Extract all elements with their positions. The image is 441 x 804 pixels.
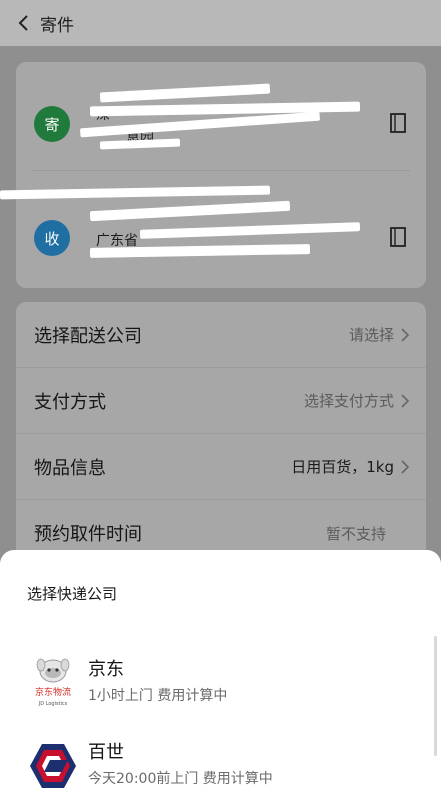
top-bar: 寄件: [0, 0, 441, 46]
page-title: 寄件: [40, 15, 74, 36]
chevron-right-icon: [401, 393, 410, 408]
sheet-title: 选择快递公司: [27, 585, 118, 603]
scrollbar[interactable]: [434, 636, 437, 756]
divider: [32, 170, 410, 171]
svg-text:JD Logistics: JD Logistics: [38, 701, 68, 707]
sender-badge: 寄: [34, 106, 70, 142]
options-card: 选择配送公司 请选择 支付方式 选择支付方式 物品信息 日用百货，1kg 预约取…: [16, 302, 426, 572]
carrier-bottom-sheet: 选择快递公司 京东物流 JD Logistics 京东 1小时上门 费用计算中 …: [0, 550, 441, 804]
carrier-item-jd[interactable]: 京东物流 JD Logistics 京东 1小时上门 费用计算中: [0, 647, 441, 719]
chevron-right-icon: [401, 459, 410, 474]
carrier-name: 京东: [88, 659, 124, 680]
option-row-payment[interactable]: 支付方式 选择支付方式: [16, 368, 426, 434]
receiver-badge: 收: [34, 220, 70, 256]
jd-logistics-logo-icon: 京东物流 JD Logistics: [35, 658, 71, 707]
carrier-item-best[interactable]: 百世 今天20:00前上门 费用计算中: [0, 730, 441, 802]
best-express-logo-icon: [30, 744, 76, 788]
svg-text:京东物流: 京东物流: [35, 686, 71, 698]
address-book-icon[interactable]: [388, 226, 408, 248]
chevron-left-icon: [18, 15, 28, 31]
address-book-icon[interactable]: [388, 112, 408, 134]
chevron-right-icon: [401, 327, 410, 342]
carrier-description: 今天20:00前上门 费用计算中: [88, 771, 273, 787]
option-row-goods[interactable]: 物品信息 日用百货，1kg: [16, 434, 426, 500]
carrier-description: 1小时上门 费用计算中: [88, 688, 228, 704]
carrier-name: 百世: [88, 742, 124, 763]
option-row-carrier[interactable]: 选择配送公司 请选择: [16, 302, 426, 368]
